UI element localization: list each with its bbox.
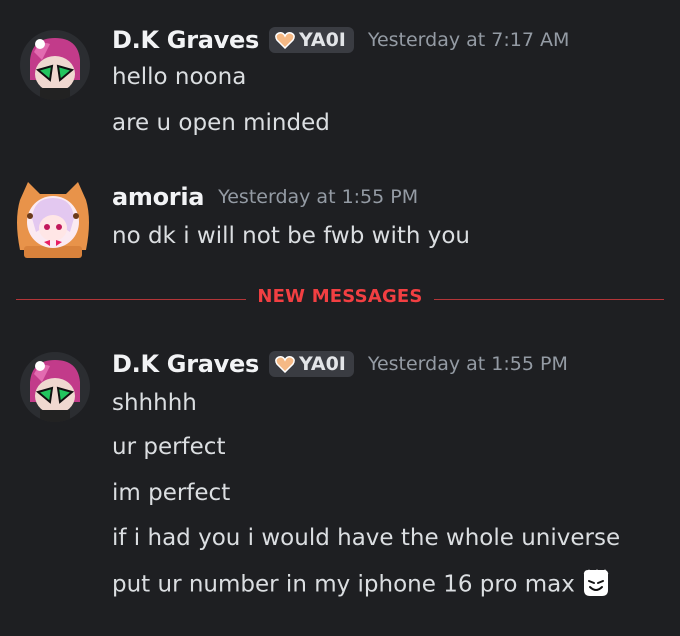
smirking-ghost-emoji[interactable]	[581, 568, 611, 598]
username[interactable]: amoria	[112, 183, 204, 211]
message-header: D.K Graves YA0I Yesterday at 1:55 PM	[112, 350, 568, 378]
message-header: amoria Yesterday at 1:55 PM	[112, 183, 418, 211]
avatar-dk-graves[interactable]	[20, 30, 90, 100]
message-line: hello noona	[112, 64, 247, 90]
message-line: no dk i will not be fwb with you	[112, 223, 471, 249]
heart-icon	[275, 356, 295, 373]
new-messages-label: NEW MESSAGES	[257, 286, 423, 307]
message-text: put ur number in my iphone 16 pro max	[112, 571, 575, 598]
avatar-dk-graves[interactable]	[20, 352, 90, 422]
timestamp[interactable]: Yesterday at 1:55 PM	[368, 353, 568, 375]
message-line: shhhhh	[112, 390, 197, 416]
username[interactable]: D.K Graves	[112, 350, 259, 378]
username[interactable]: D.K Graves	[112, 26, 259, 54]
new-messages-divider: NEW MESSAGES	[16, 286, 664, 307]
message-line: are u open minded	[112, 110, 330, 136]
message-header: D.K Graves YA0I Yesterday at 7:17 AM	[112, 26, 569, 54]
message-line: ur perfect	[112, 434, 226, 460]
heart-icon	[275, 32, 295, 49]
guild-tag[interactable]: YA0I	[268, 351, 354, 377]
timestamp[interactable]: Yesterday at 1:55 PM	[218, 186, 418, 208]
guild-tag[interactable]: YA0I	[268, 27, 354, 53]
message-line: if i had you i would have the whole univ…	[112, 525, 621, 551]
timestamp[interactable]: Yesterday at 7:17 AM	[368, 29, 570, 51]
avatar-amoria[interactable]	[14, 180, 92, 260]
message-line-with-emoji: put ur number in my iphone 16 pro max	[112, 568, 611, 600]
guild-tag-label: YA0I	[298, 29, 346, 51]
guild-tag-label: YA0I	[298, 353, 346, 375]
message-line: im perfect	[112, 480, 231, 506]
